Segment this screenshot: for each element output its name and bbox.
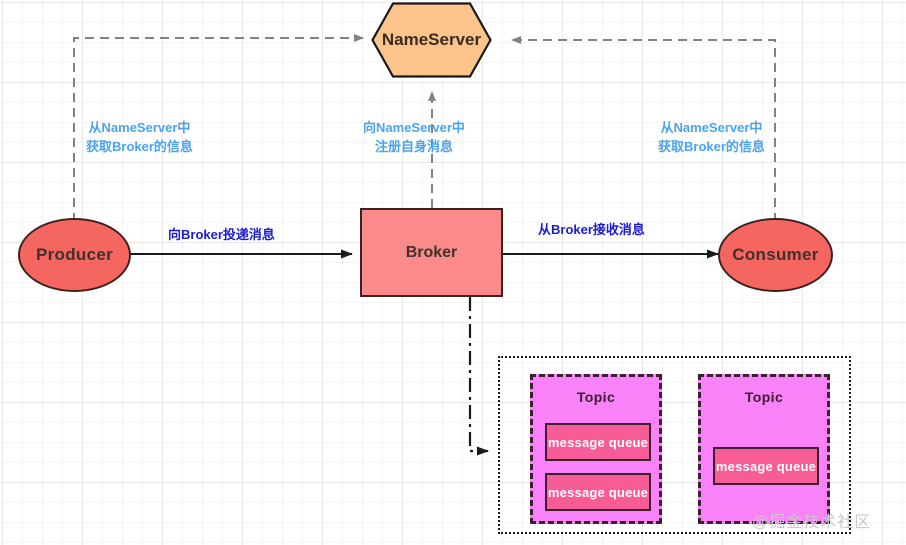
label-producer-to-nameserver-line2: 获取Broker的信息	[86, 138, 193, 154]
label-broker-to-consumer: 从Broker接收消息	[538, 222, 645, 237]
topic-box-2[interactable]: Topic message queue	[698, 374, 830, 524]
label-producer-to-nameserver: 从NameServer中 获取Broker的信息	[86, 119, 193, 157]
label-consumer-to-nameserver-line2: 获取Broker的信息	[658, 138, 765, 154]
topic-1-message-queue-1[interactable]: message queue	[545, 423, 651, 461]
topic-1-title: Topic	[576, 389, 616, 405]
topic-2-title: Topic	[744, 389, 784, 405]
topic-box-1[interactable]: Topic message queue message queue	[530, 374, 662, 524]
node-consumer[interactable]: Consumer	[718, 218, 833, 292]
watermark: @掘金技术社区	[752, 514, 872, 531]
label-producer-to-nameserver-line1: 从NameServer中	[88, 120, 191, 135]
topic-2-message-queue-1[interactable]: message queue	[713, 447, 819, 485]
label-broker-to-nameserver-line2: 注册自身消息	[374, 138, 453, 154]
topic-1-message-queue-1-label: message queue	[547, 434, 649, 450]
topic-1-message-queue-2[interactable]: message queue	[545, 473, 651, 511]
edge-broker-to-topics	[468, 297, 489, 456]
node-producer-label: Producer	[35, 245, 114, 264]
node-nameserver[interactable]: NameServer	[371, 2, 492, 78]
diagram-canvas: NameServer Producer Broker Consumer 从Nam…	[0, 0, 906, 545]
node-broker[interactable]: Broker	[360, 208, 503, 297]
node-producer[interactable]: Producer	[18, 218, 131, 292]
label-producer-to-broker: 向Broker投递消息	[168, 227, 275, 242]
node-nameserver-label: NameServer	[381, 30, 482, 49]
label-broker-to-nameserver-line1: 向NameServer中	[363, 120, 465, 135]
label-consumer-to-nameserver-line1: 从NameServer中	[660, 120, 763, 135]
node-consumer-label: Consumer	[732, 245, 819, 264]
topic-2-message-queue-1-label: message queue	[715, 458, 817, 474]
topic-1-message-queue-2-label: message queue	[547, 484, 649, 500]
node-broker-label: Broker	[405, 243, 458, 261]
label-broker-to-nameserver: 向NameServer中 注册自身消息	[363, 119, 465, 157]
label-consumer-to-nameserver: 从NameServer中 获取Broker的信息	[658, 119, 765, 157]
